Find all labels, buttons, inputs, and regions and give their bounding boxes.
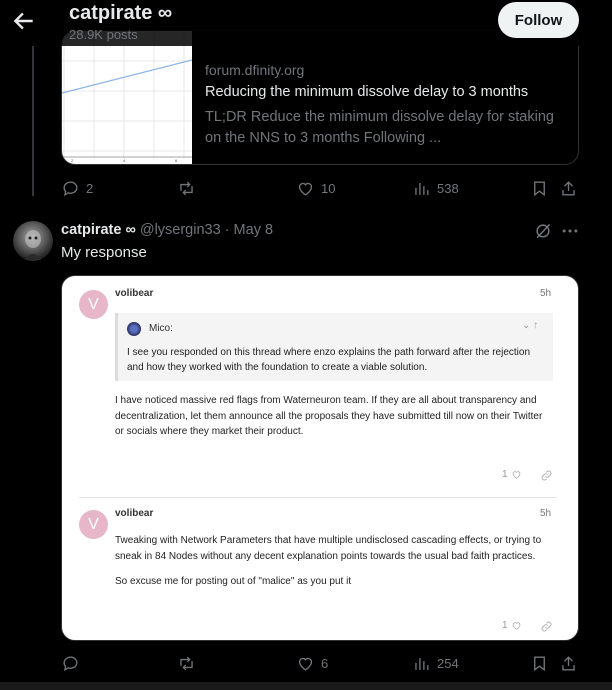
- forum-quote: Mico: ⌄ ↑ I see you responded on this th…: [115, 313, 553, 381]
- post-count: 28.9K posts: [69, 27, 138, 42]
- quote-author: Mico:: [149, 323, 173, 334]
- post-actions: 6 254: [61, 651, 581, 675]
- share-button[interactable]: [559, 176, 578, 200]
- quote-text: I see you responded on this thread where…: [127, 347, 531, 373]
- bookmark-icon: [534, 180, 545, 196]
- forum-like-count: 1: [502, 469, 522, 480]
- tweet-text: My response: [61, 244, 147, 261]
- reply-icon: [63, 181, 78, 196]
- reply-icon: [63, 656, 78, 671]
- separator: ·: [220, 222, 234, 238]
- bottom-edge: [0, 682, 612, 690]
- post-actions: 2 10 538: [61, 176, 581, 200]
- share-button[interactable]: [559, 651, 578, 675]
- reply-button[interactable]: [61, 651, 80, 675]
- views-button[interactable]: 538: [412, 176, 459, 200]
- repost-button[interactable]: [177, 651, 196, 675]
- profile-header: catpirate ∞ 28.9K posts Follow: [0, 0, 612, 46]
- view-count: 538: [437, 180, 459, 196]
- heart-icon: [298, 657, 313, 671]
- repost-icon: [180, 181, 193, 195]
- forum-post-text: I have noticed massive red flags from Wa…: [115, 395, 543, 437]
- like-count: 10: [321, 180, 336, 196]
- link-thumbnail: 2 4 6: [62, 31, 193, 164]
- forum-post: V volibear 5h Mico: ⌄ ↑ I see you respon…: [62, 276, 578, 498]
- profile-name: catpirate ∞: [69, 2, 173, 24]
- forum-like-number: 1: [502, 620, 508, 631]
- heart-icon: [298, 182, 313, 196]
- share-icon: [562, 180, 575, 196]
- avatar[interactable]: [13, 221, 53, 261]
- link-description: TL;DR Reduce the minimum dissolve delay …: [205, 109, 554, 146]
- repost-button[interactable]: [177, 176, 196, 200]
- view-count: 254: [437, 655, 459, 671]
- forum-time: 5h: [540, 288, 552, 299]
- reply-button[interactable]: 2: [61, 176, 93, 200]
- attached-image[interactable]: V volibear 5h Mico: ⌄ ↑ I see you respon…: [61, 275, 579, 641]
- tweet-header: catpirate ∞ @lysergin33 · May 8: [61, 222, 273, 238]
- link-icon: [541, 621, 552, 632]
- forum-post-text: So excuse me for posting out of "malice"…: [115, 576, 352, 587]
- forum-post-text: Tweaking with Network Parameters that ha…: [115, 535, 542, 562]
- forum-time: 5h: [540, 508, 552, 519]
- forum-post: V volibear 5h Tweaking with Network Para…: [62, 498, 578, 640]
- quote-avatar: [127, 322, 141, 336]
- reply-count: 2: [86, 180, 94, 196]
- forum-username: volibear: [115, 508, 154, 519]
- thread-line: [32, 46, 34, 196]
- thumb-tick: 2: [71, 158, 74, 163]
- views-button[interactable]: 254: [412, 651, 459, 675]
- link-title[interactable]: Reducing the minimum dissolve delay to 3…: [205, 84, 565, 100]
- link-icon: [541, 470, 552, 481]
- like-button[interactable]: 10: [296, 176, 335, 200]
- views-icon: [415, 657, 429, 670]
- heart-icon: [512, 471, 520, 479]
- link-preview-card[interactable]: 2 4 6 forum.dfinity.org Reducing the min…: [61, 30, 579, 165]
- forum-username: volibear: [115, 288, 154, 299]
- author-handle[interactable]: @lysergin33: [140, 222, 221, 238]
- like-button[interactable]: 6: [296, 651, 328, 675]
- more-icon[interactable]: [560, 221, 580, 241]
- follow-button[interactable]: Follow: [498, 2, 579, 38]
- thumb-tick: 6: [175, 158, 178, 163]
- bookmark-button[interactable]: [530, 651, 549, 675]
- link-domain: forum.dfinity.org: [205, 62, 305, 78]
- arrow-left-icon[interactable]: [11, 8, 37, 34]
- like-count: 6: [321, 655, 329, 671]
- forum-avatar: V: [79, 510, 108, 539]
- repost-icon: [180, 656, 193, 670]
- tweet-date[interactable]: May 8: [234, 222, 274, 238]
- grok-icon[interactable]: [533, 221, 553, 241]
- bookmark-button[interactable]: [530, 176, 549, 200]
- author-name[interactable]: catpirate ∞: [61, 222, 136, 238]
- forum-like-count: 1: [502, 620, 522, 631]
- heart-icon: [512, 622, 520, 630]
- forum-like-number: 1: [502, 469, 508, 480]
- bookmark-icon: [534, 655, 545, 671]
- share-icon: [562, 655, 575, 671]
- forum-avatar: V: [79, 290, 108, 319]
- thumb-tick: 4: [123, 158, 126, 163]
- quote-controls: ⌄ ↑: [522, 320, 539, 331]
- views-icon: [415, 182, 429, 195]
